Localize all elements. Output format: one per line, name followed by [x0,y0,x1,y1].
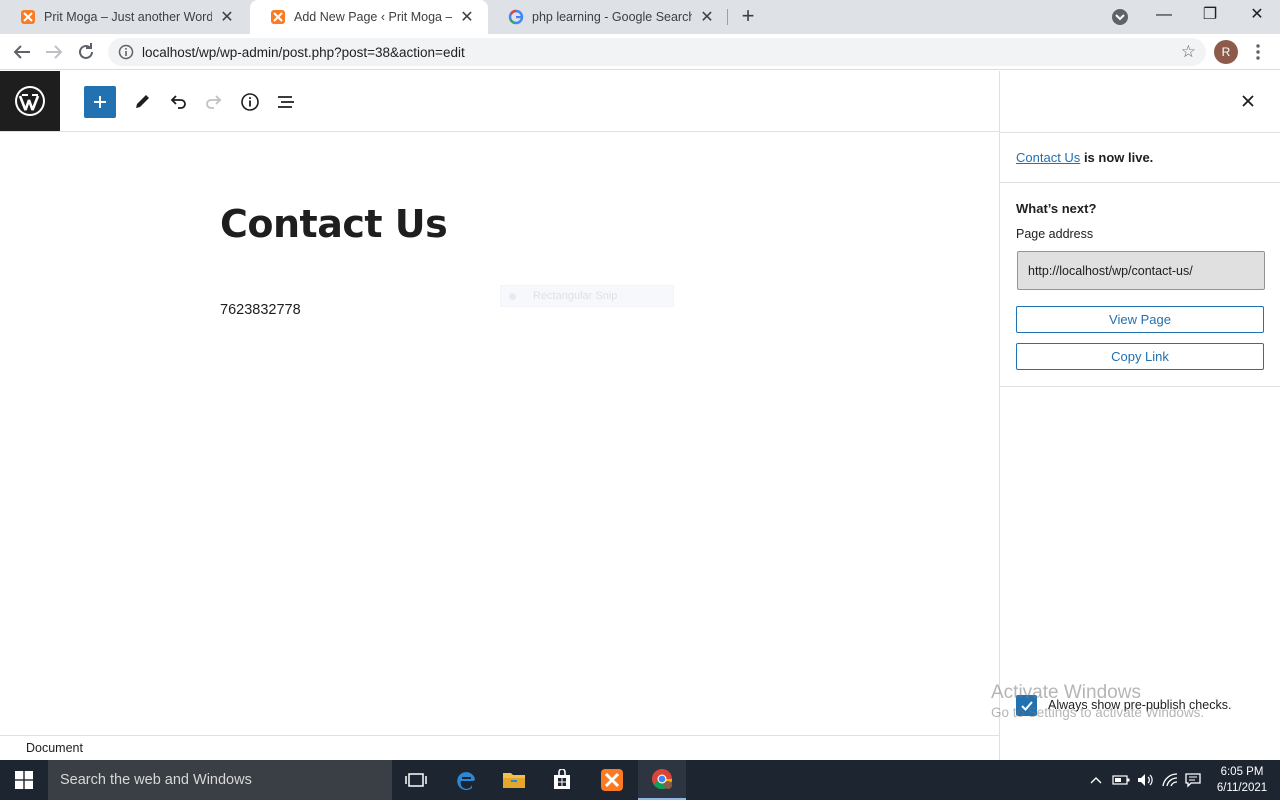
publish-status: Contact Us is now live. [1000,132,1280,183]
battery-tray[interactable] [1110,760,1132,800]
xampp-app[interactable] [588,760,636,800]
clock-time: 6:05 PM [1220,766,1264,778]
tab-title: Prit Moga – Just another WordPress site [44,10,212,24]
volume-tray[interactable] [1134,760,1156,800]
battery-icon [1112,775,1130,785]
editor-canvas[interactable]: Contact Us 7623832778 Rectangular Snip [0,132,999,735]
bookmark-star-icon[interactable]: ☆ [1181,42,1196,62]
browser-menu-icon[interactable] [1250,42,1266,62]
chevron-up-icon [1090,777,1102,784]
system-clock[interactable]: 6:05 PM 6/11/2021 [1210,764,1274,796]
plus-icon [94,96,106,108]
profile-avatar[interactable]: R [1214,40,1238,64]
close-panel-icon[interactable] [1238,91,1258,111]
undo-button[interactable] [162,86,194,118]
start-button[interactable] [0,760,48,800]
checkmark-icon [1020,700,1033,711]
edge-icon [457,772,475,791]
post-title[interactable]: Contact Us [220,202,448,246]
xampp-icon [601,769,623,791]
back-icon[interactable] [10,40,34,64]
whats-next-heading: What’s next? [1016,201,1097,216]
task-view-icon [405,773,427,787]
store-icon [554,769,570,789]
redo-icon [206,95,222,109]
tab-title: php learning - Google Search [532,10,692,24]
show-hidden-icons[interactable] [1086,760,1106,800]
wordpress-icon [15,86,45,116]
redo-button[interactable] [198,86,230,118]
new-tab-button[interactable]: + [736,5,760,29]
browser-toolbar: localhost/wp/wp-admin/post.php?post=38&a… [0,34,1280,70]
details-button[interactable] [234,86,266,118]
prepublish-checks-label: Always show pre-publish checks. [1048,698,1232,712]
list-view-icon [278,96,294,108]
chrome-icon [652,769,673,790]
close-tab-icon[interactable]: ✕ [458,7,476,27]
tab-separator [727,9,728,25]
edge-app[interactable] [442,760,490,800]
add-block-button[interactable] [84,86,116,118]
copy-link-button[interactable]: Copy Link [1016,343,1264,370]
file-explorer-app[interactable] [490,760,538,800]
windows-taskbar: Search the web and Windows 6:05 PM 6/11/… [0,760,1280,800]
site-info-icon[interactable] [118,44,134,60]
minimize-window-icon[interactable]: — [1141,0,1187,30]
post-publish-panel: Contact Us is now live. What’s next? Pag… [999,71,1280,760]
wordpress-logo-button[interactable] [0,71,60,131]
folder-icon [503,773,525,788]
tab-add-new-page[interactable]: Add New Page ‹ Prit Moga — WordPress ✕ [250,0,488,34]
live-page-link[interactable]: Contact Us [1016,150,1080,165]
taskbar-search-placeholder: Search the web and Windows [60,772,252,788]
speaker-icon [1138,774,1153,786]
chrome-app[interactable] [638,760,686,800]
close-window-icon[interactable]: ✕ [1234,0,1280,30]
xampp-icon [21,10,35,24]
tab-search-icon[interactable] [1110,7,1130,27]
reload-icon[interactable] [74,40,98,64]
snip-overlay: Rectangular Snip [500,285,674,307]
browser-tab-strip: Prit Moga – Just another WordPress site … [0,0,1280,34]
prepublish-checks-row[interactable]: Always show pre-publish checks. [1016,695,1276,717]
google-icon [508,9,524,25]
network-tray[interactable] [1158,760,1182,800]
forward-icon[interactable] [42,40,66,64]
xampp-icon [271,10,285,24]
store-app[interactable] [538,760,586,800]
whats-next-section: What’s next? Page address http://localho… [1000,183,1280,387]
url-text: localhost/wp/wp-admin/post.php?post=38&a… [142,45,465,60]
pencil-icon [136,95,149,108]
task-view-button[interactable] [392,760,440,800]
undo-icon [170,95,186,109]
close-tab-icon[interactable]: ✕ [698,7,716,27]
windows-logo-icon [15,771,33,789]
restore-window-icon[interactable]: ❐ [1187,0,1233,30]
snip-dot-icon [509,293,516,300]
live-suffix: is now live. [1083,150,1154,165]
live-message: Contact Us is now live. [1016,150,1153,165]
tools-button[interactable] [126,86,158,118]
action-center-icon [1185,773,1201,788]
paragraph-block[interactable]: 7623832778 [220,302,301,318]
info-icon [241,93,259,111]
taskbar-search-box[interactable]: Search the web and Windows [48,760,392,800]
tab-google-search[interactable]: php learning - Google Search ✕ [488,0,728,34]
prepublish-checkbox[interactable] [1016,695,1037,716]
tab-prit-moga-site[interactable]: Prit Moga – Just another WordPress site … [0,0,248,34]
breadcrumb[interactable]: Document [26,741,83,755]
editor-header [0,71,1000,132]
close-tab-icon[interactable]: ✕ [218,7,236,27]
snip-label: Rectangular Snip [533,290,618,302]
clock-date: 6/11/2021 [1216,782,1268,794]
editor-footer: Document [0,735,999,760]
wifi-icon [1162,773,1178,787]
notifications-tray[interactable] [1182,760,1204,800]
page-address-field[interactable]: http://localhost/wp/contact-us/ [1017,251,1265,290]
tab-title: Add New Page ‹ Prit Moga — WordPress [294,10,452,24]
address-bar[interactable]: localhost/wp/wp-admin/post.php?post=38&a… [108,38,1206,66]
list-view-button[interactable] [270,86,302,118]
page-address-label: Page address [1016,227,1094,241]
view-page-button[interactable]: View Page [1016,306,1264,333]
